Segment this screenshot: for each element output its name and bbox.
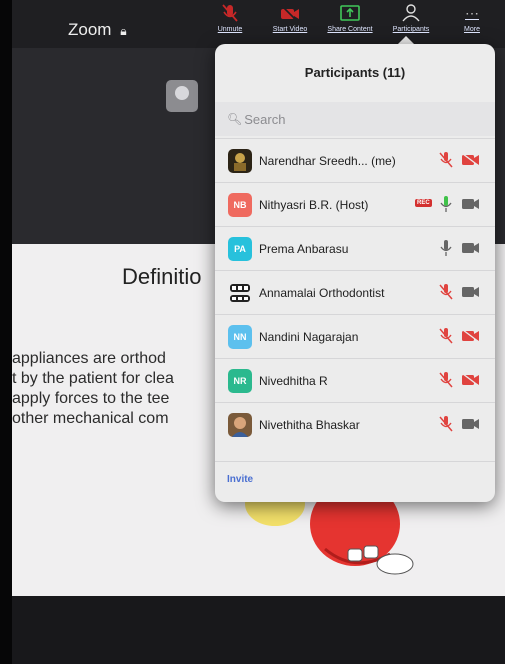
video-on-icon[interactable] — [462, 242, 480, 254]
video-on-icon[interactable] — [462, 198, 480, 210]
participant-name: Nithyasri B.R. (Host) — [259, 197, 369, 212]
avatar: NB — [228, 192, 252, 217]
video-off-icon — [281, 5, 299, 23]
muted-mic-icon[interactable] — [439, 371, 453, 389]
start-video-button[interactable]: Start Video — [264, 2, 316, 33]
avatar: NR — [228, 368, 252, 393]
muted-mic-icon[interactable] — [439, 327, 453, 345]
search-input[interactable]: 🔍︎ Search — [215, 102, 495, 136]
avatar — [228, 148, 252, 173]
participant-name: Nivethitha Bhaskar — [259, 417, 360, 432]
participant-row[interactable]: Annamalai Orthodontist — [215, 270, 495, 314]
panel-footer: Invite — [215, 461, 495, 502]
presenter-avatar — [166, 80, 198, 112]
avatar: PA — [228, 236, 252, 261]
participant-row[interactable]: NR Nivedhitha R — [215, 358, 495, 402]
invite-button[interactable]: Invite — [227, 474, 253, 485]
muted-mic-icon[interactable] — [439, 283, 453, 301]
muted-mic-icon[interactable] — [439, 151, 453, 169]
slide-line: appliances are orthod — [12, 350, 166, 367]
participant-row[interactable]: PA Prema Anbarasu — [215, 226, 495, 270]
recording-badge: REC — [415, 199, 432, 207]
video-off-icon[interactable] — [462, 154, 480, 166]
muted-mic-icon — [222, 4, 238, 22]
video-on-icon[interactable] — [462, 418, 480, 430]
muted-mic-icon[interactable] — [439, 415, 453, 433]
more-icon: ⋯ — [465, 5, 479, 21]
share-content-button[interactable]: Share Content — [319, 2, 381, 33]
video-off-icon[interactable] — [462, 330, 480, 342]
avatar — [228, 280, 252, 305]
search-icon: 🔍︎ — [227, 112, 243, 126]
avatar: NN — [228, 324, 252, 349]
participant-name: Prema Anbarasu — [259, 241, 349, 256]
participants-icon — [402, 4, 420, 22]
participant-name: Narendhar Sreedh... (me) — [259, 153, 396, 168]
participant-row[interactable]: Nivethitha Bhaskar — [215, 402, 495, 446]
slide-line: apply forces to the tee — [12, 390, 170, 407]
participant-name: Nandini Nagarajan — [259, 329, 359, 344]
participant-name: Nivedhitha R — [259, 373, 328, 388]
more-button[interactable]: ⋯ More — [458, 2, 486, 33]
active-mic-icon[interactable] — [439, 195, 453, 213]
device-bezel — [0, 0, 12, 664]
participants-button[interactable]: Participants — [385, 2, 437, 33]
slide-title: Definitio — [122, 264, 202, 289]
participant-row[interactable]: NN Nandini Nagarajan — [215, 314, 495, 358]
share-screen-icon — [340, 5, 360, 21]
participant-row[interactable]: NB Nithyasri B.R. (Host) REC — [215, 182, 495, 226]
zoom-screen: Zoom 🔒︎ Unmute Start Video Share Content… — [12, 0, 505, 664]
participants-panel: Participants (11) 🔍︎ Search Narendhar Sr… — [215, 44, 495, 502]
avatar — [228, 412, 252, 437]
slide-line: other mechanical com — [12, 410, 169, 427]
top-toolbar: Zoom 🔒︎ Unmute Start Video Share Content… — [12, 0, 505, 48]
unmute-button[interactable]: Unmute — [208, 2, 252, 33]
slide-line: t by the patient for clea — [12, 370, 174, 387]
video-off-icon[interactable] — [462, 374, 480, 386]
lock-icon: 🔒︎ — [120, 24, 127, 38]
participant-row[interactable]: Narendhar Sreedh... (me) — [215, 138, 495, 182]
mic-icon[interactable] — [439, 239, 453, 257]
bottom-bar — [12, 596, 505, 664]
panel-title: Participants (11) — [304, 65, 406, 80]
video-on-icon[interactable] — [462, 286, 480, 298]
participant-name: Annamalai Orthodontist — [259, 285, 385, 300]
app-title: Zoom 🔒︎ — [68, 20, 127, 39]
